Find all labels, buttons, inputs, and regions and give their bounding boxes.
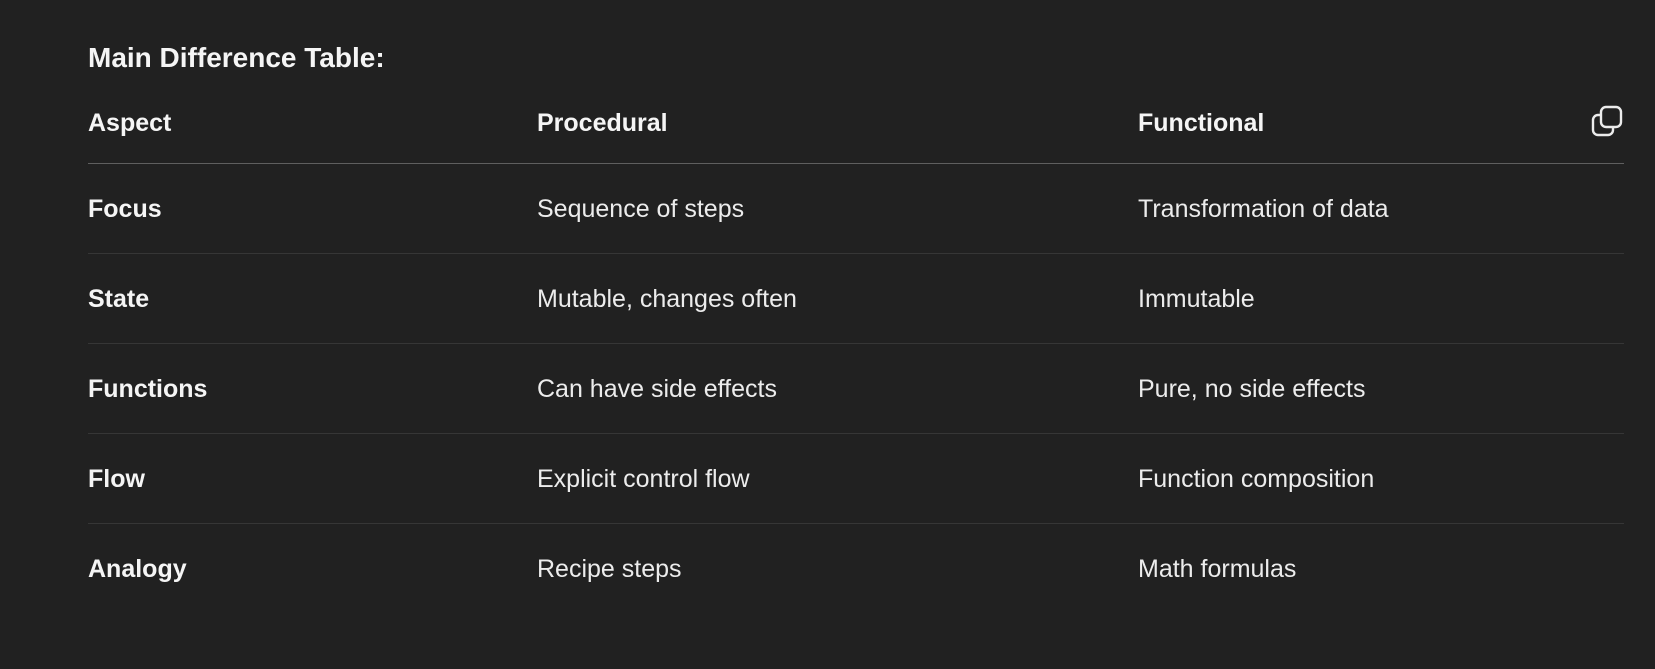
table-row: State Mutable, changes often Immutable (88, 253, 1624, 344)
table-row: Flow Explicit control flow Function comp… (88, 433, 1624, 524)
row-aspect-cell: Analogy (88, 554, 187, 583)
row-functional-cell: Function composition (1138, 433, 1624, 524)
row-procedural-cell: Mutable, changes often (537, 253, 1138, 344)
row-functional-cell: Transformation of data (1138, 163, 1624, 254)
difference-table: Aspect Procedural Functional Focus Seque… (88, 100, 1624, 613)
table-row: Analogy Recipe steps Math formulas (88, 524, 1624, 614)
table-header-row: Aspect Procedural Functional (88, 100, 1624, 164)
row-procedural-cell: Can have side effects (537, 343, 1138, 434)
row-procedural-cell: Explicit control flow (537, 433, 1138, 524)
row-procedural-cell: Sequence of steps (537, 163, 1138, 254)
copy-icon (1591, 105, 1623, 137)
row-aspect-cell: State (88, 253, 537, 344)
row-aspect-cell: Focus (88, 163, 537, 254)
row-aspect-cell: Functions (88, 343, 537, 434)
row-functional-cell: Math formulas (1138, 554, 1297, 583)
table-row: Functions Can have side effects Pure, no… (88, 343, 1624, 434)
header-functional: Functional (1138, 100, 1624, 164)
header-procedural: Procedural (537, 100, 1138, 164)
table-heading: Main Difference Table: (88, 42, 385, 73)
copy-table-button[interactable] (1590, 104, 1624, 138)
row-functional-cell: Immutable (1138, 253, 1624, 344)
table-row: Focus Sequence of steps Transformation o… (88, 163, 1624, 254)
difference-table-container: Aspect Procedural Functional Focus Seque… (88, 100, 1624, 613)
row-procedural-cell: Recipe steps (537, 554, 682, 583)
row-aspect-cell: Flow (88, 433, 537, 524)
header-aspect: Aspect (88, 100, 537, 164)
row-functional-cell: Pure, no side effects (1138, 343, 1624, 434)
